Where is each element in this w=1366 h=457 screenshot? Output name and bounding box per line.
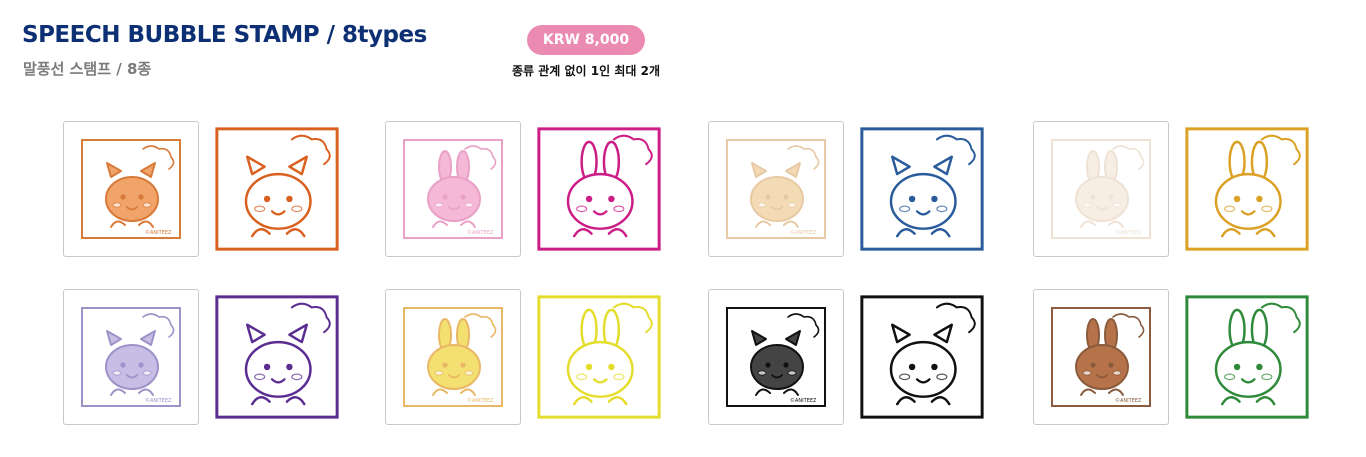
stamp-copyright-label: ©ANITEEZ	[1115, 229, 1142, 236]
stamp-print-card: ©ANITEEZ	[385, 121, 521, 257]
stamp-print-art: ©ANITEEZ	[81, 307, 181, 407]
stamp-print-art: ©ANITEEZ	[1051, 139, 1151, 239]
page-title: SPEECH BUBBLE STAMP / 8types	[22, 22, 427, 48]
stamp-print-card: ©ANITEEZ	[1033, 121, 1169, 257]
stamp-print-art: ©ANITEEZ	[403, 307, 503, 407]
stamp-print-card: ©ANITEEZ	[708, 289, 844, 425]
stamp-copyright-label: ©ANITEEZ	[790, 397, 817, 404]
stamp-print-art: ©ANITEEZ	[1051, 307, 1151, 407]
stamp-copyright-label: ©ANITEEZ	[467, 397, 494, 404]
stamp-outline-art	[537, 127, 661, 251]
stamp-print-card: ©ANITEEZ	[1033, 289, 1169, 425]
stamp-print-card: ©ANITEEZ	[708, 121, 844, 257]
purchase-limit-note: 종류 관계 없이 1인 최대 2개	[512, 64, 660, 78]
stamp-copyright-label: ©ANITEEZ	[790, 229, 817, 236]
stamp-outline-art	[1185, 127, 1309, 251]
stamp-outline-art	[1185, 295, 1309, 419]
stamp-print-card: ©ANITEEZ	[385, 289, 521, 425]
stamp-copyright-label: ©ANITEEZ	[145, 229, 172, 236]
stamp-outline-art	[215, 295, 339, 419]
stamp-copyright-label: ©ANITEEZ	[1115, 397, 1142, 404]
price-badge: KRW 8,000	[527, 25, 645, 55]
page-subtitle: 말풍선 스탬프 / 8종	[23, 60, 152, 78]
stamp-print-art: ©ANITEEZ	[726, 139, 826, 239]
stamp-print-card: ©ANITEEZ	[63, 121, 199, 257]
stamp-print-art: ©ANITEEZ	[726, 307, 826, 407]
stamp-outline-art	[537, 295, 661, 419]
stamp-print-art: ©ANITEEZ	[81, 139, 181, 239]
stamp-copyright-label: ©ANITEEZ	[467, 229, 494, 236]
stamp-copyright-label: ©ANITEEZ	[145, 397, 172, 404]
stamp-outline-art	[860, 295, 984, 419]
stamp-outline-art	[860, 127, 984, 251]
stamp-print-card: ©ANITEEZ	[63, 289, 199, 425]
stamp-print-art: ©ANITEEZ	[403, 139, 503, 239]
stamp-outline-art	[215, 127, 339, 251]
